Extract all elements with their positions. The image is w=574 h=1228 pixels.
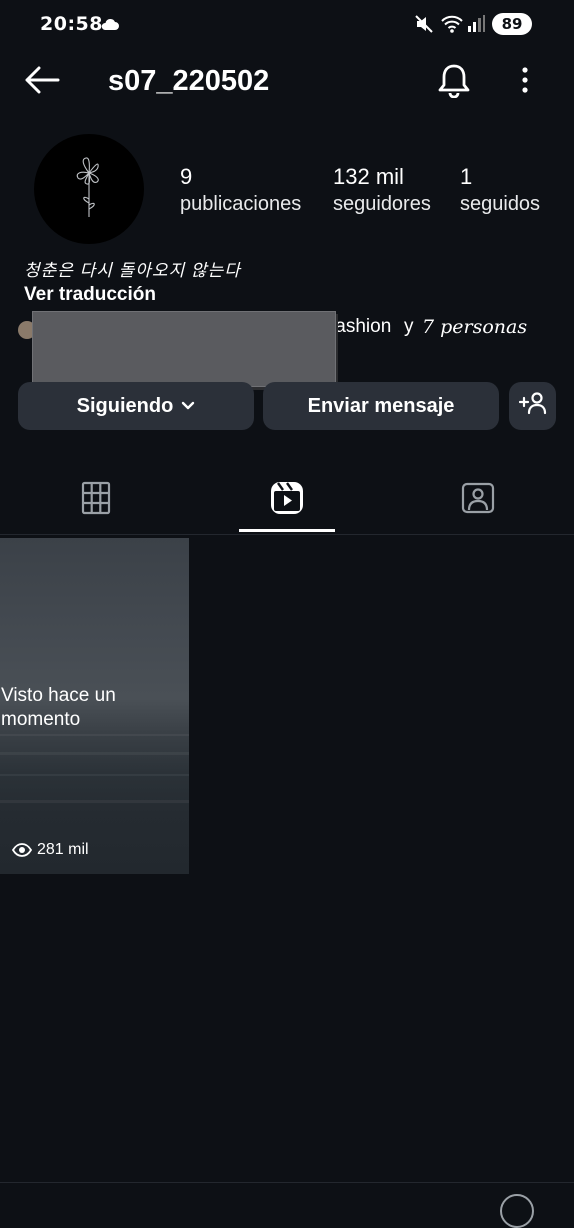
followers-count: 132 mil xyxy=(333,164,404,189)
sea-texture xyxy=(0,800,189,803)
arrow-left-icon xyxy=(24,66,60,99)
back-button[interactable] xyxy=(18,64,66,100)
stat-followers[interactable]: 132 mil seguidores xyxy=(333,163,431,217)
chevron-down-icon xyxy=(181,401,195,411)
profile-username: s07_220502 xyxy=(108,65,270,97)
tagged-person-icon xyxy=(461,482,495,519)
cloud-icon xyxy=(100,17,120,36)
following-label: seguidos xyxy=(460,193,541,215)
reels-icon xyxy=(269,480,305,521)
followed-by-others: 7 personas xyxy=(422,316,528,338)
following-button[interactable]: Siguiendo xyxy=(18,382,254,430)
profile-tabs xyxy=(0,470,574,534)
see-translation-link[interactable]: Ver traducción xyxy=(24,284,156,306)
followed-by-conjunction: y xyxy=(404,316,414,337)
more-options-button[interactable] xyxy=(506,62,544,102)
posts-count: 9 xyxy=(180,164,193,189)
send-message-label: Enviar mensaje xyxy=(307,394,455,417)
grid-icon xyxy=(81,481,111,520)
status-time: 20:58 xyxy=(40,13,103,35)
sea-texture xyxy=(0,734,189,736)
posts-label: publicaciones xyxy=(180,193,302,215)
tabs-divider xyxy=(0,534,574,535)
add-person-icon xyxy=(518,391,547,421)
bottom-nav-profile-avatar[interactable] xyxy=(500,1194,534,1228)
signal-icon xyxy=(466,14,486,39)
tab-reels[interactable] xyxy=(191,470,382,530)
following-label: Siguiendo xyxy=(76,394,174,417)
profile-avatar[interactable] xyxy=(34,134,144,244)
reel-view-count: 281 mil xyxy=(12,841,89,859)
wifi-icon xyxy=(441,14,463,39)
battery-indicator: 89 xyxy=(492,13,532,35)
followers-label: seguidores xyxy=(333,193,431,215)
bottom-nav-divider xyxy=(0,1182,574,1183)
suggest-users-button[interactable] xyxy=(509,382,556,430)
sea-texture xyxy=(0,774,189,776)
flower-icon xyxy=(71,155,107,224)
stat-posts[interactable]: 9 publicaciones xyxy=(180,163,301,217)
eye-icon xyxy=(12,843,32,857)
active-tab-indicator xyxy=(239,529,335,532)
notifications-button[interactable] xyxy=(432,62,476,102)
profile-header: s07_220502 xyxy=(0,52,574,112)
tab-posts-grid[interactable] xyxy=(0,470,191,530)
status-bar: 20:58 89 xyxy=(0,0,574,52)
stat-following[interactable]: 1 seguidos xyxy=(460,163,540,217)
profile-bio: 청춘은 다시 돌아오지 않는다 xyxy=(24,261,241,280)
view-count-text: 281 mil xyxy=(37,841,89,858)
bell-icon xyxy=(437,62,471,103)
sea-texture xyxy=(0,752,189,755)
following-count: 1 xyxy=(460,164,473,189)
mute-icon xyxy=(414,14,434,39)
reel-viewed-status: Visto hace un momento xyxy=(1,685,116,730)
redaction-overlay xyxy=(32,311,336,387)
more-vertical-icon xyxy=(521,66,529,98)
followed-by-name: fashion xyxy=(330,316,392,337)
reel-thumbnail[interactable]: Visto hace un momento 281 mil xyxy=(0,538,189,874)
tab-tagged[interactable] xyxy=(382,470,573,530)
send-message-button[interactable]: Enviar mensaje xyxy=(263,382,499,430)
